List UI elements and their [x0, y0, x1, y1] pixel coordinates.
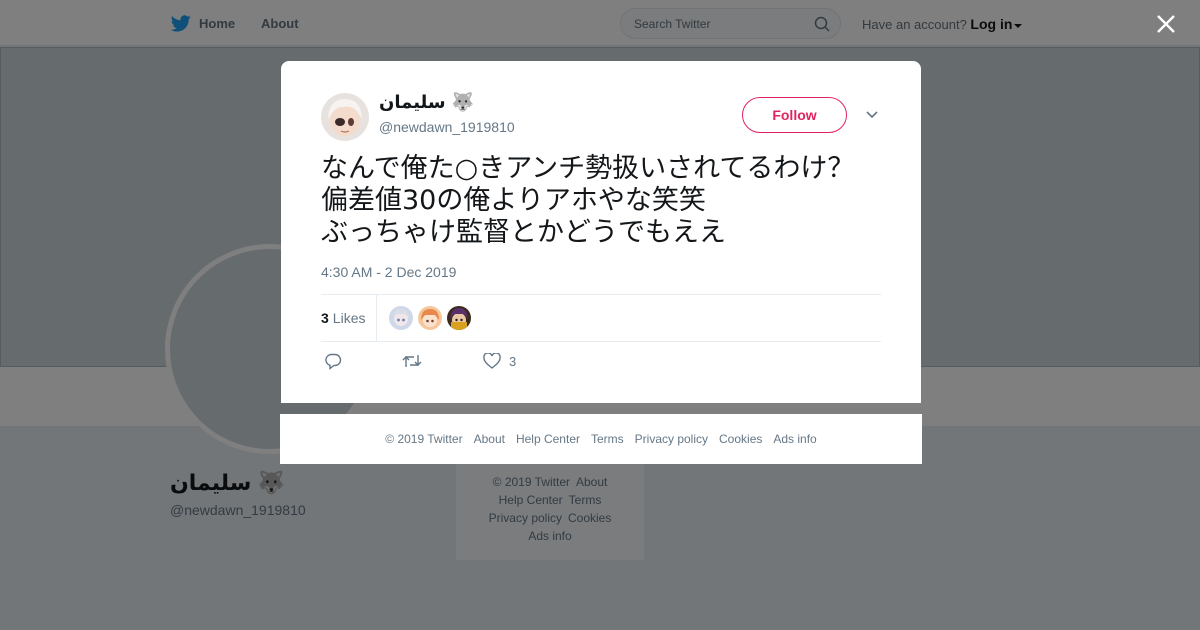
tweet-modal: سليمان 🐺 @newdawn_1919810 Follow なんで俺た○き… [281, 61, 921, 403]
author-name[interactable]: سليمان 🐺 [379, 92, 474, 113]
author-avatar[interactable] [321, 93, 369, 141]
anime-avatar-image [321, 93, 369, 141]
tweet-stats: 3 Likes [321, 294, 881, 342]
reply-icon [325, 353, 342, 370]
tweet-text-line: ぶっちゃけ監督とかどうでもええ [321, 217, 726, 248]
tweet-text-line: なんで俺た○きアンチ勢扱いされてるわけ？ [321, 153, 855, 184]
likes-count: 3 [321, 310, 329, 326]
modal-footer: © 2019 Twitter About Help Center Terms P… [280, 414, 922, 464]
tweet-text: なんで俺た○きアンチ勢扱いされてるわけ？ 偏差値30の俺よりアホやな笑笑 ぶっち… [321, 153, 891, 249]
wolf-emoji-icon: 🐺 [451, 92, 475, 112]
footer-terms-link[interactable]: Terms [591, 432, 624, 446]
author-handle[interactable]: @newdawn_1919810 [379, 119, 515, 135]
retweet-icon [402, 355, 422, 367]
author-name-text: سليمان [379, 92, 446, 112]
chevron-down-icon[interactable] [865, 109, 879, 121]
likers-list [389, 306, 471, 330]
follow-button[interactable]: Follow [742, 97, 847, 133]
tweet-text-line: 偏差値30の俺よりアホやな笑笑 [321, 185, 706, 216]
like-button[interactable]: 3 [483, 353, 516, 369]
footer-privacy-link[interactable]: Privacy policy [635, 432, 708, 446]
liker-avatar[interactable] [447, 306, 471, 330]
like-count: 3 [509, 353, 517, 369]
reply-button[interactable] [324, 353, 342, 370]
liker-avatar[interactable] [389, 306, 413, 330]
footer-ads-link[interactable]: Ads info [773, 432, 816, 446]
stats-divider [376, 295, 377, 342]
footer-help-link[interactable]: Help Center [516, 432, 580, 446]
footer-copyright: © 2019 Twitter [385, 432, 463, 446]
liker-avatar[interactable] [418, 306, 442, 330]
likes-stat[interactable]: 3 Likes [321, 310, 365, 326]
retweet-button[interactable] [402, 353, 422, 369]
heart-icon [483, 353, 501, 369]
likes-label: Likes [332, 310, 366, 326]
tweet-timestamp[interactable]: 4:30 AM - 2 Dec 2019 [321, 264, 456, 280]
close-icon[interactable] [1154, 12, 1178, 36]
footer-cookies-link[interactable]: Cookies [719, 432, 762, 446]
footer-about-link[interactable]: About [474, 432, 505, 446]
